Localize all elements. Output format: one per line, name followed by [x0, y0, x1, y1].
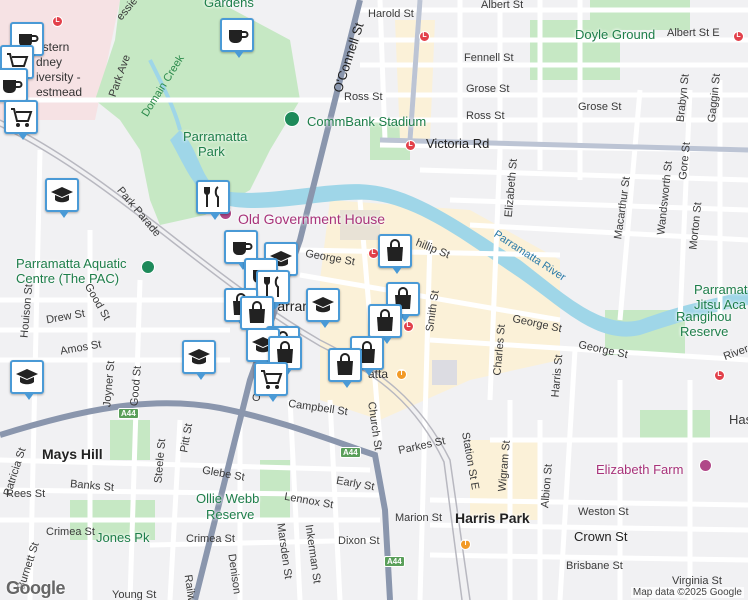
street-victoria: Victoria Rd — [426, 136, 490, 151]
shopping-bag-icon — [337, 353, 353, 375]
poi-wsu-2[interactable]: dney — [36, 55, 62, 69]
street-weston: Weston St — [578, 506, 629, 518]
shopping-bag-icon — [387, 239, 403, 261]
poi-jitsu-1[interactable]: Parramat — [694, 282, 747, 297]
train-station-icon[interactable]: T — [396, 369, 407, 380]
street-dixon: Dixon St — [338, 535, 380, 547]
street-fennell: Fennell St — [464, 52, 514, 64]
poi-ollie-webb-2[interactable]: Reserve — [206, 507, 254, 522]
street-grose-1: Grose St — [466, 83, 510, 95]
street-has: Has — [729, 412, 748, 427]
shopping-cart-icon — [11, 108, 33, 127]
poi-parramatta-park-1[interactable]: Parramatta — [183, 129, 247, 144]
route-shield-a44: A44 — [340, 447, 361, 458]
fork-knife-icon — [204, 186, 219, 207]
poi-elizabeth-farm[interactable]: Elizabeth Farm — [596, 462, 683, 477]
shopping-cart-pin[interactable] — [254, 362, 288, 402]
route-shield-a44: A44 — [118, 408, 139, 419]
street-albert-1: Albert St — [481, 0, 524, 11]
coffee-cup-icon — [229, 30, 249, 43]
train-station-icon[interactable]: T — [460, 539, 471, 550]
transit-light-rail-icon[interactable]: L — [403, 321, 414, 332]
graduation-cap-icon — [51, 187, 73, 203]
poi-parramatta-park-2[interactable]: Park — [198, 144, 225, 159]
street-young: Young St — [112, 589, 157, 600]
map-canvas[interactable]: Mays Hill Harris Park Parramatta Doyle G… — [0, 0, 748, 600]
museum-icon[interactable] — [699, 459, 712, 472]
transit-light-rail-icon[interactable]: L — [419, 31, 430, 42]
pool-icon[interactable] — [141, 260, 155, 274]
coffee-cup-icon — [233, 242, 253, 255]
shopping-cart-icon — [261, 370, 283, 389]
shopping-bag-pin[interactable] — [378, 234, 412, 274]
street-crimea-2: Crimea St — [186, 533, 235, 545]
school-pin[interactable] — [10, 360, 44, 400]
poi-jones-pk[interactable]: Jones Pk — [96, 530, 149, 545]
poi-commbank-stadium[interactable]: CommBank Stadium — [307, 114, 426, 129]
street-brisbane: Brisbane St — [566, 560, 623, 572]
school-pin[interactable] — [45, 178, 79, 218]
poi-aquatic-line1[interactable]: Parramatta Aquatic — [16, 256, 127, 271]
graduation-cap-icon — [188, 349, 210, 365]
poi-jitsu-2[interactable]: Jitsu Aca — [694, 297, 746, 312]
street-marion: Marion St — [395, 512, 443, 524]
street-ross-2: Ross St — [466, 110, 505, 122]
street-virginia: Virginia St — [672, 575, 722, 587]
poi-doyle-ground[interactable]: Doyle Ground — [575, 27, 655, 42]
street-grose-2: Grose St — [578, 101, 622, 113]
school-pin[interactable] — [182, 340, 216, 380]
shopping-bag-icon — [249, 301, 265, 323]
street-crimea-1: Crimea St — [46, 526, 95, 538]
shopping-bag-pin[interactable] — [328, 348, 362, 388]
street-harold: Harold St — [368, 8, 414, 20]
shopping-bag-pin[interactable] — [368, 304, 402, 344]
cafe-pin[interactable] — [220, 18, 254, 58]
cafe-pin[interactable] — [0, 68, 28, 108]
graduation-cap-icon — [16, 369, 38, 385]
restaurant-pin[interactable] — [196, 180, 230, 220]
poi-old-government-house[interactable]: Old Government House — [238, 211, 385, 227]
transit-light-rail-icon[interactable]: L — [52, 16, 63, 27]
shopping-bag-icon — [377, 309, 393, 331]
street-crown: Crown St — [574, 529, 628, 544]
poi-wsu-3[interactable]: iversity - — [36, 70, 81, 84]
stadium-icon[interactable] — [284, 111, 300, 127]
school-pin[interactable] — [306, 288, 340, 328]
street-ross-1: Ross St — [344, 91, 383, 103]
map-attribution[interactable]: Map data ©2025 Google — [630, 587, 744, 598]
google-logo[interactable]: Google — [6, 578, 66, 599]
transit-light-rail-icon[interactable]: L — [714, 370, 725, 381]
shopping-bag-pin[interactable] — [240, 296, 274, 336]
street-albert-2: Albert St E — [667, 27, 720, 39]
transit-light-rail-icon[interactable]: L — [405, 140, 416, 151]
area-label-mays-hill: Mays Hill — [42, 446, 103, 462]
transit-light-rail-icon[interactable]: L — [733, 31, 744, 42]
area-label-harris-park: Harris Park — [455, 510, 530, 526]
poi-gardens[interactable]: Gardens — [204, 0, 254, 10]
poi-wsu-4[interactable]: estmead — [36, 85, 82, 99]
poi-ollie-webb-1[interactable]: Ollie Webb — [196, 491, 259, 506]
poi-rangihou-2[interactable]: Reserve — [680, 324, 728, 339]
graduation-cap-icon — [312, 297, 334, 313]
route-shield-a44: A44 — [384, 556, 405, 567]
shopping-cart-pin[interactable] — [4, 100, 38, 140]
coffee-cup-icon — [3, 80, 23, 93]
